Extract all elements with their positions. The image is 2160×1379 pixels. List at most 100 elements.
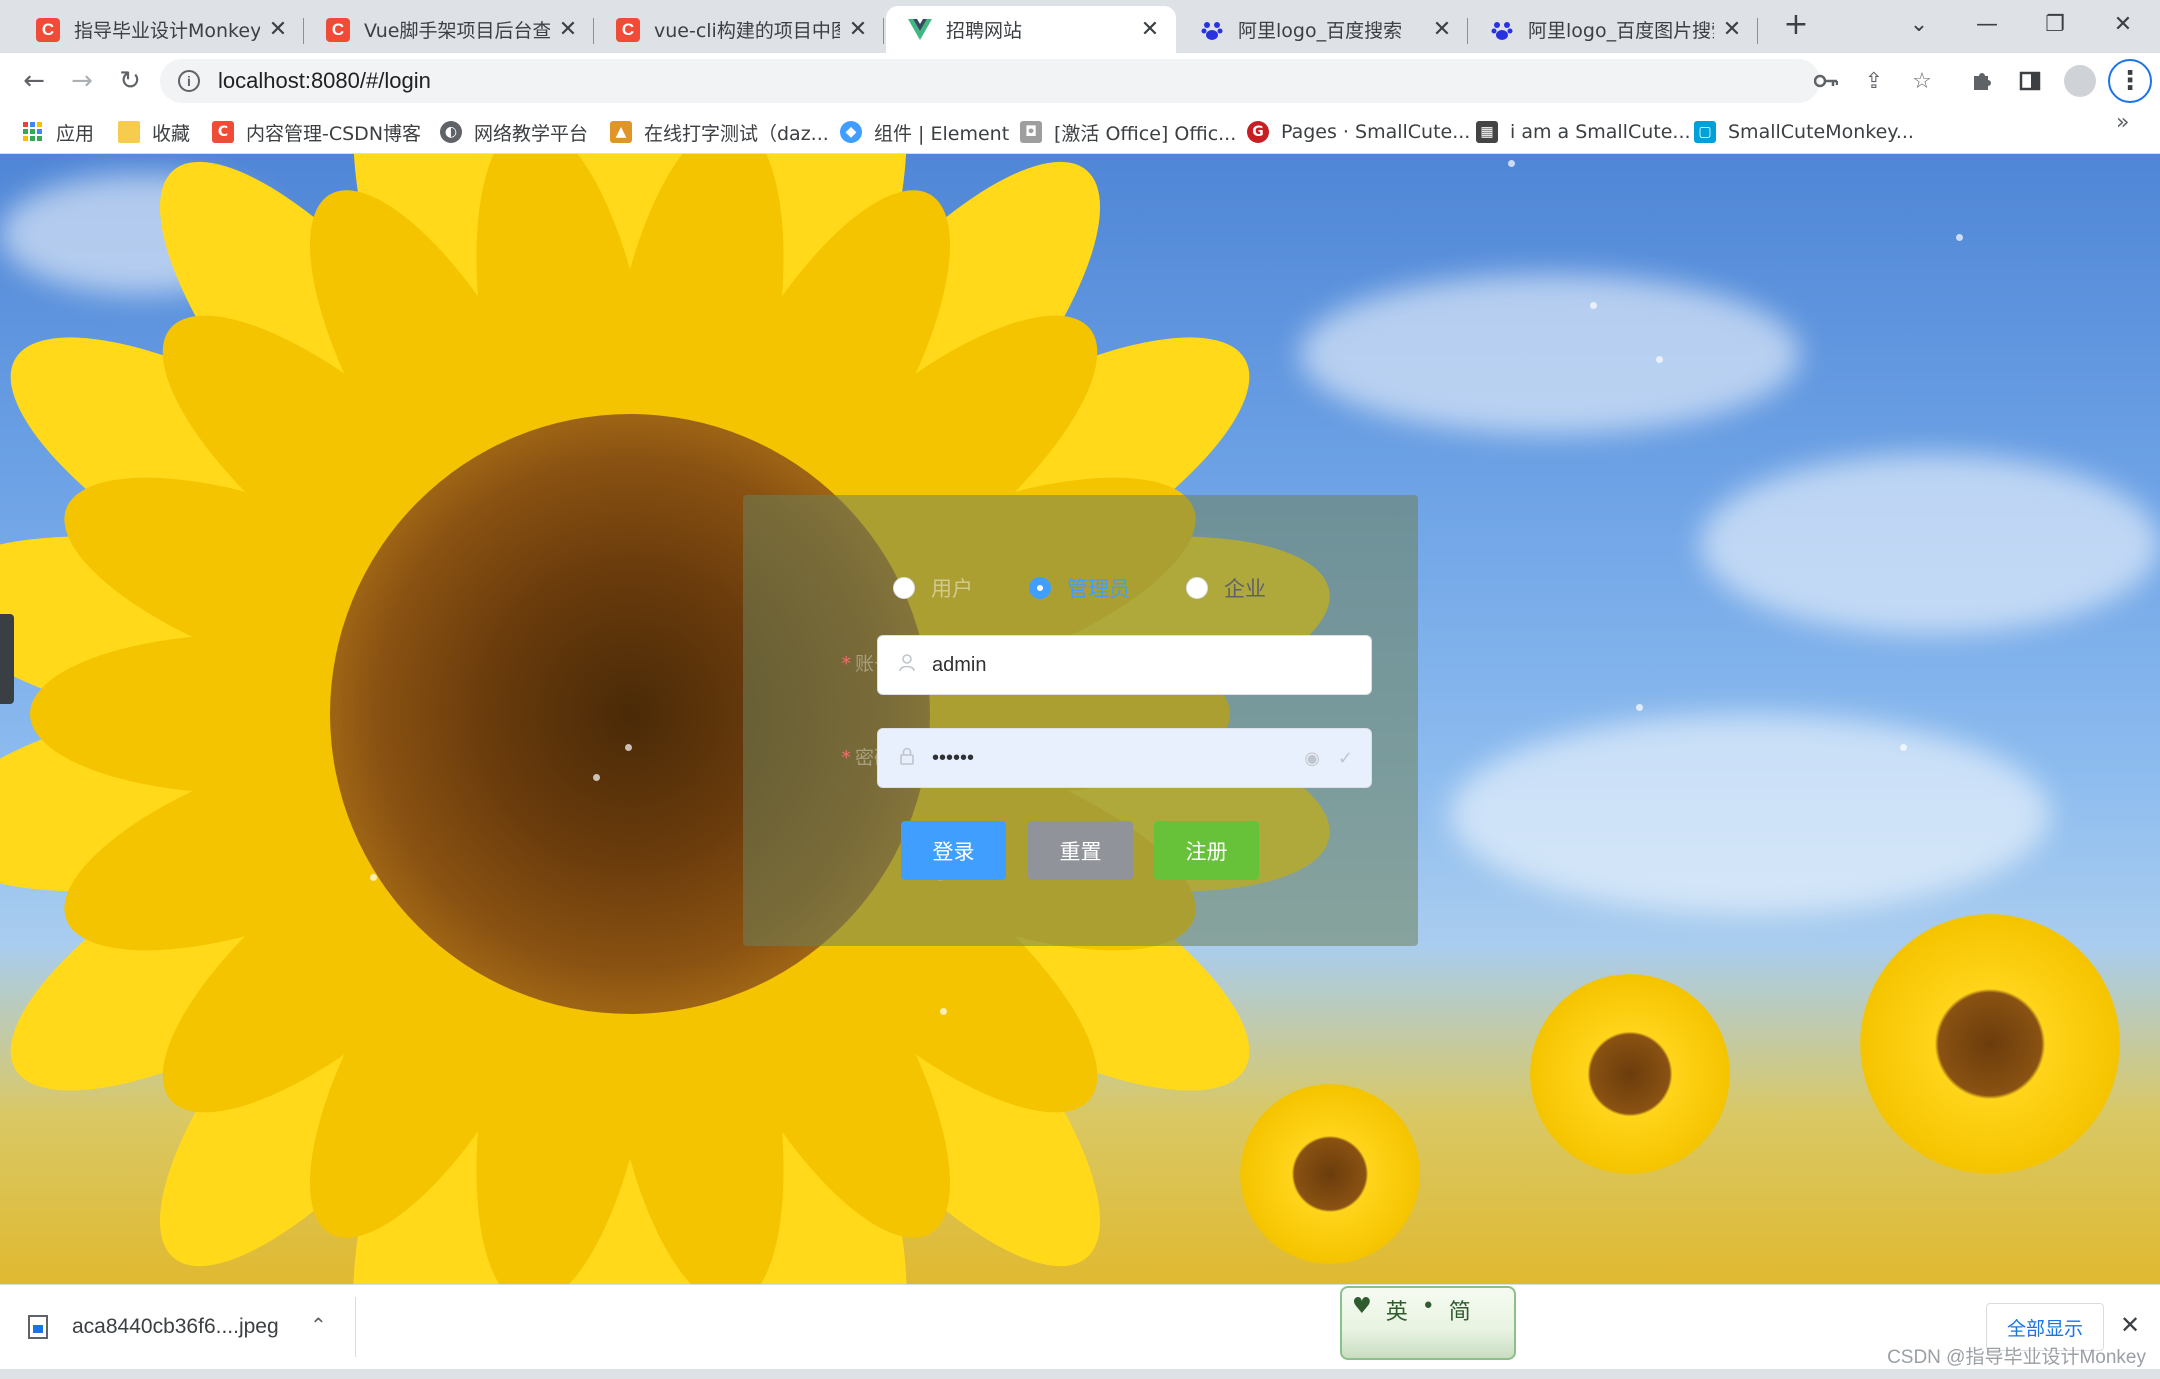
bookmark-gitee-pages[interactable]: G Pages · SmallCute... [1247,117,1470,147]
required-asterisk: * [841,747,851,769]
bilibili-icon: ▢ [1694,121,1716,143]
password-field[interactable]: •••••• ◉ ✓ [877,728,1372,788]
new-tab-plus-icon[interactable]: + [1778,8,1814,44]
particle-dot [1508,160,1515,167]
browser-tab-1[interactable]: C 指导毕业设计Monkey的 ✕ [14,6,304,53]
browser-tab-2[interactable]: C Vue脚手架项目后台查询 ✕ [304,6,594,53]
side-drawer-handle[interactable] [0,614,14,704]
reload-icon[interactable]: ↻ [110,61,150,101]
divider [355,1297,356,1357]
folder-icon [118,121,140,143]
chevron-up-icon[interactable]: ⌃ [310,1313,327,1337]
close-icon[interactable]: ✕ [1720,17,1744,42]
login-button[interactable]: 登录 [901,821,1006,880]
browser-toolbar: ← → ↻ i localhost:8080/#/login ⇪ ☆ ⋮ [0,53,2160,109]
csdn-icon: C [212,121,234,143]
close-download-bar-icon[interactable]: ✕ [2120,1311,2140,1339]
download-item[interactable]: aca8440cb36f6....jpeg [28,1307,279,1347]
side-panel-icon[interactable] [2012,63,2048,99]
share-icon[interactable]: ⇪ [1856,63,1892,99]
restore-icon[interactable]: ❐ [2021,0,2089,48]
image-file-icon [28,1315,48,1339]
bookmark-element[interactable]: ◆ 组件 | Element [840,117,1009,147]
bookmark-apps[interactable]: 应用 [22,117,94,147]
element-icon: ◆ [840,121,862,143]
back-arrow-icon[interactable]: ← [14,61,54,101]
bookmark-label: [激活 Office] Offic... [1054,122,1237,145]
bookmark-office[interactable]: ◘ [激活 Office] Offic... [1020,117,1236,147]
bookmark-teaching-platform[interactable]: ◐ 网络教学平台 [440,117,588,147]
tab-divider [1757,18,1758,44]
profile-avatar-icon[interactable] [2064,65,2096,97]
csdn-icon: C [36,17,60,42]
site-info-icon[interactable]: i [178,70,200,92]
key-icon[interactable] [1808,63,1844,99]
bookmark-favorites[interactable]: 收藏 [118,117,190,147]
role-radio-user[interactable]: 用户 [893,573,973,603]
apps-grid-icon [22,121,44,143]
extensions-puzzle-icon[interactable] [1964,63,2000,99]
small-sunflower [1240,1084,1420,1264]
gitee-icon: G [1247,121,1269,143]
particle-dot [1956,234,1963,241]
user-icon [896,653,918,677]
tab-title: 招聘网站 [946,20,1023,42]
bookmarks-bar: 应用 收藏 C 内容管理-CSDN博客 ◐ 网络教学平台 ▲ 在线打字测试（da… [0,109,2160,154]
close-icon[interactable]: ✕ [1430,17,1454,42]
bookmark-star-icon[interactable]: ☆ [1904,63,1940,99]
address-bar[interactable]: i localhost:8080/#/login [160,59,1820,103]
minimize-icon[interactable]: — [1953,0,2021,48]
small-sunflower [1860,914,2120,1174]
ime-mode-simplified[interactable]: 简 [1449,1294,1471,1326]
browser-tab-5[interactable]: 阿里logo_百度搜索 ✕ [1178,6,1468,53]
bookmarks-overflow-chevron-icon[interactable]: » [2116,110,2129,135]
tab-title: 阿里logo_百度图片搜索 [1528,20,1714,42]
window-close-icon[interactable]: ✕ [2089,0,2157,48]
close-icon[interactable]: ✕ [556,17,580,42]
tab-title: 指导毕业设计Monkey的 [74,20,260,42]
browser-tab-3[interactable]: C vue-cli构建的项目中图片 ✕ [594,6,884,53]
window-bottom-edge [0,1369,2160,1379]
login-page: 用户 管理员 企业 * 账号 admin * 密码 •••••• ◉ ✓ 登录 … [0,154,2160,1284]
bookmark-smallcute-2[interactable]: ▢ SmallCuteMonkey... [1694,117,1914,147]
baidu-icon [1490,18,1514,42]
bookmark-csdn[interactable]: C 内容管理-CSDN博客 [212,117,421,147]
typing-icon: ▲ [610,121,632,143]
bookmark-typing-test[interactable]: ▲ 在线打字测试（daz... [610,117,829,147]
radio-circle-icon[interactable] [1186,577,1208,599]
role-radio-admin[interactable]: 管理员 [1029,573,1130,603]
particle-dot [940,1008,947,1015]
reset-button[interactable]: 重置 [1028,821,1133,880]
tab-title: 阿里logo_百度搜索 [1238,20,1403,42]
ime-status-widget[interactable]: ♥ 英 • 简 [1340,1286,1516,1360]
role-label: 企业 [1224,577,1266,601]
office-icon: ◘ [1020,121,1042,143]
close-icon[interactable]: ✕ [1138,17,1162,42]
csdn-icon: C [616,17,640,42]
login-card: 用户 管理员 企业 * 账号 admin * 密码 •••••• ◉ ✓ 登录 … [743,495,1418,946]
close-icon[interactable]: ✕ [846,17,870,42]
chrome-menu-kebab-icon[interactable]: ⋮ [2108,59,2152,103]
globe-icon: ◐ [440,121,462,143]
username-value[interactable]: admin [932,654,1371,677]
radio-circle-icon[interactable] [893,577,915,599]
role-radio-company[interactable]: 企业 [1186,573,1266,603]
eye-icon[interactable]: ◉ [1304,748,1320,769]
username-field[interactable]: admin [877,635,1372,695]
tab-search-chevron-icon[interactable]: ⌄ [1885,0,1953,48]
password-value[interactable]: •••••• [932,747,1304,770]
browser-tab-6[interactable]: 阿里logo_百度图片搜索 ✕ [1468,6,1758,53]
download-filename[interactable]: aca8440cb36f6....jpeg [72,1315,279,1339]
radio-checked-icon[interactable] [1029,577,1051,599]
particle-dot [370,874,377,881]
bookmark-smallcute-1[interactable]: ▦ i am a SmallCute... [1476,117,1691,147]
lock-icon [896,747,918,770]
heart-icon: ♥ [1352,1294,1372,1319]
url-text[interactable]: localhost:8080/#/login [218,68,431,94]
browser-tab-4-active[interactable]: 招聘网站 ✕ [886,6,1176,53]
particle-dot [625,744,632,751]
forward-arrow-icon[interactable]: → [62,61,102,101]
ime-mode-english[interactable]: 英 [1386,1294,1408,1326]
close-icon[interactable]: ✕ [266,17,290,42]
register-button[interactable]: 注册 [1154,821,1259,880]
